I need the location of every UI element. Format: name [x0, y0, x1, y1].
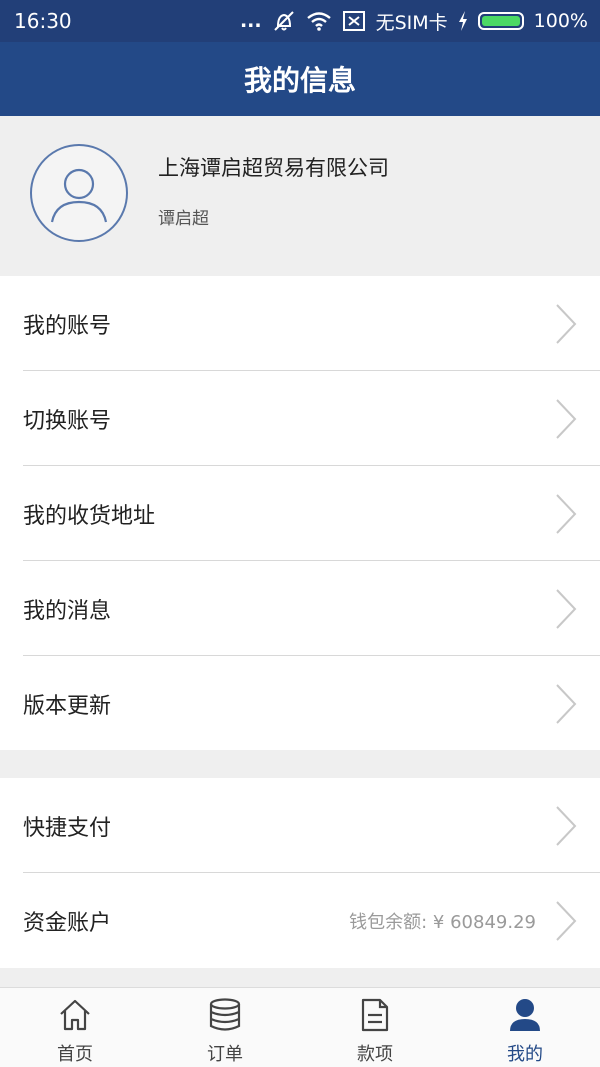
- database-icon: [206, 996, 244, 1034]
- user-name: 谭启超: [158, 209, 209, 229]
- tab-payments[interactable]: 款项: [300, 988, 450, 1067]
- chevron-right-icon: [556, 683, 577, 724]
- menu-item-switch-account[interactable]: 切换账号: [0, 371, 600, 466]
- chevron-right-icon: [556, 493, 577, 534]
- tab-label: 款项: [357, 1044, 393, 1065]
- menu-item-version-update[interactable]: 版本更新: [0, 656, 600, 751]
- home-icon: [56, 996, 94, 1034]
- tab-orders[interactable]: 订单: [150, 988, 300, 1067]
- header: 我的信息: [0, 42, 600, 116]
- user-avatar-icon: [50, 168, 108, 223]
- bottom-tab-bar: 首页 订单 款项 我的: [0, 987, 600, 1067]
- menu-item-label: 我的消息: [23, 598, 112, 624]
- menu-item-fund-account[interactable]: 资金账户 钱包余额: ¥ 60849.29: [0, 873, 600, 968]
- avatar[interactable]: [30, 144, 128, 242]
- chevron-right-icon: [556, 588, 577, 629]
- menu-item-label: 切换账号: [23, 408, 112, 434]
- status-icons: ... 无SIM卡 100%: [240, 8, 588, 35]
- menu-item-my-account[interactable]: 我的账号: [0, 276, 600, 371]
- menu-item-label: 我的账号: [23, 313, 112, 339]
- chevron-right-icon: [556, 398, 577, 439]
- battery-icon: [477, 12, 524, 30]
- no-sim-icon: [342, 10, 366, 32]
- chevron-right-icon: [556, 805, 577, 846]
- document-icon: [356, 996, 394, 1034]
- menu-item-label: 我的收货地址: [23, 503, 156, 529]
- tab-label: 订单: [207, 1044, 243, 1065]
- status-dots: ...: [239, 10, 262, 32]
- menu-group-account: 我的账号 切换账号 我的收货地址 我的消息 版本更新: [0, 276, 600, 750]
- menu-item-shipping-address[interactable]: 我的收货地址: [0, 466, 600, 561]
- tab-label: 我的: [507, 1044, 543, 1065]
- vibrate-off-icon: [272, 10, 296, 32]
- menu-item-label: 快捷支付: [23, 815, 112, 841]
- chevron-right-icon: [556, 900, 577, 941]
- menu-item-quick-pay[interactable]: 快捷支付: [0, 778, 600, 873]
- wallet-balance: 钱包余额: ¥ 60849.29: [349, 911, 536, 933]
- menu-item-messages[interactable]: 我的消息: [0, 561, 600, 656]
- user-icon: [506, 996, 544, 1034]
- charging-icon: [458, 11, 468, 31]
- profile-card[interactable]: 上海谭启超贸易有限公司 谭启超: [0, 116, 600, 276]
- tab-label: 首页: [57, 1044, 93, 1065]
- status-battery: 100%: [533, 10, 588, 32]
- status-sim: 无SIM卡: [375, 11, 448, 34]
- company-name: 上海谭启超贸易有限公司: [158, 156, 389, 180]
- tab-mine[interactable]: 我的: [450, 988, 600, 1067]
- status-time: 16:30: [14, 9, 72, 33]
- page-title: 我的信息: [243, 64, 356, 97]
- chevron-right-icon: [556, 303, 577, 344]
- menu-item-label: 资金账户: [23, 910, 112, 936]
- menu-group-payment: 快捷支付 资金账户 钱包余额: ¥ 60849.29: [0, 778, 600, 968]
- wifi-icon: [306, 11, 332, 31]
- menu-item-label: 版本更新: [23, 693, 112, 719]
- tab-home[interactable]: 首页: [0, 988, 150, 1067]
- status-bar: 16:30 ... 无SIM卡 100%: [0, 0, 600, 42]
